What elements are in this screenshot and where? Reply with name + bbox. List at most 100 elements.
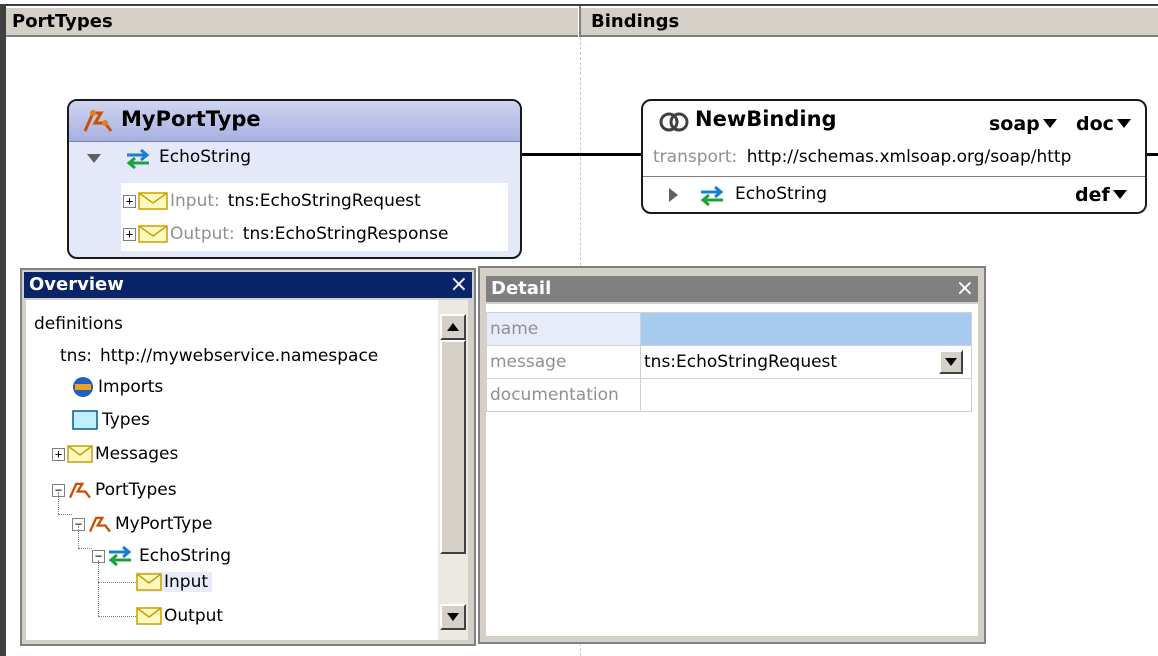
chevron-down-icon xyxy=(1112,190,1127,199)
tree-item-label: definitions xyxy=(34,314,123,334)
output-message-row[interactable]: + Output: tns:EchoStringResponse xyxy=(123,224,448,244)
envelope-icon xyxy=(136,573,162,591)
tns-value: http://mywebservice.namespace xyxy=(100,346,379,366)
overview-titlebar[interactable]: Overview × xyxy=(24,272,472,298)
detail-value-field[interactable] xyxy=(640,312,972,346)
tree-line xyxy=(78,526,79,548)
tree-item-output[interactable]: Output xyxy=(136,606,223,626)
tree-item-porttypes[interactable]: − PortTypes xyxy=(52,478,177,502)
detail-value-field[interactable] xyxy=(640,378,972,412)
detail-table-area: name message tns:EchoStringRequest docum… xyxy=(486,304,978,636)
detail-key: message xyxy=(486,345,641,379)
envelope-icon xyxy=(138,191,168,211)
tree-item-messages[interactable]: + Messages xyxy=(52,444,178,464)
chevron-down-icon xyxy=(1116,119,1131,128)
tree-line xyxy=(98,560,99,616)
protocol-dropdown[interactable]: soap xyxy=(989,113,1057,135)
tree-item-types[interactable]: Types xyxy=(72,410,150,430)
porttype-icon xyxy=(87,512,113,536)
tree-item-tns[interactable]: tns: http://mywebservice.namespace xyxy=(60,346,378,366)
expand-plus-icon[interactable]: + xyxy=(123,194,136,208)
scroll-up-button[interactable] xyxy=(440,314,466,340)
scroll-thumb[interactable] xyxy=(440,340,466,554)
binding-operation-name: EchoString xyxy=(735,184,827,204)
porttype-binding-connector xyxy=(522,153,643,156)
chevron-down-icon xyxy=(1042,119,1057,128)
tree-item-label: Types xyxy=(102,410,150,430)
operation-style-value: def xyxy=(1075,184,1110,206)
porttype-title: MyPortType xyxy=(121,107,261,131)
input-value[interactable]: tns:EchoStringRequest xyxy=(228,191,421,211)
tree-item-label: EchoString xyxy=(139,546,231,566)
tree-line xyxy=(58,492,59,514)
binding-title: NewBinding xyxy=(695,107,837,131)
tree-item-label: MyPortType xyxy=(115,514,213,534)
tree-item-label: Messages xyxy=(95,444,179,464)
tree-line xyxy=(98,582,136,583)
detail-key: name xyxy=(486,312,641,346)
detail-table: name message tns:EchoStringRequest docum… xyxy=(486,312,972,412)
scroll-down-button[interactable] xyxy=(440,604,466,630)
operation-arrows-icon xyxy=(125,149,151,169)
detail-close-icon[interactable]: × xyxy=(956,276,974,302)
style-value: doc xyxy=(1076,113,1114,135)
tree-item-label: Imports xyxy=(98,377,164,397)
porttype-header[interactable]: MyPortType xyxy=(69,101,520,142)
tree-line xyxy=(98,616,136,617)
detail-key: documentation xyxy=(486,378,641,412)
window-left-edge xyxy=(0,6,6,656)
collapse-triangle-icon[interactable] xyxy=(87,154,101,164)
dropdown-button[interactable] xyxy=(939,350,963,374)
transport-label: transport: xyxy=(653,147,738,167)
binding-operation-row[interactable]: EchoString def xyxy=(643,178,1145,212)
detail-value: tns:EchoStringRequest xyxy=(644,352,838,372)
porttype-icon xyxy=(81,107,115,135)
binding-icon xyxy=(659,109,689,135)
operation-style-dropdown[interactable]: def xyxy=(1075,184,1127,206)
operation-arrows-icon xyxy=(699,186,725,206)
tree-item-label: PortTypes xyxy=(95,480,177,500)
porttype-icon xyxy=(67,478,93,502)
binding-divider xyxy=(643,176,1145,177)
detail-row-name[interactable]: name xyxy=(486,312,972,346)
detail-panel: Detail × name message tns:EchoStringRequ… xyxy=(478,266,986,644)
bindings-column-header: Bindings xyxy=(581,6,1158,37)
transport-value[interactable]: http://schemas.xmlsoap.org/soap/http xyxy=(747,147,1072,167)
overview-panel: Overview × definitions tns: http://mywebs… xyxy=(20,268,476,646)
overview-close-icon[interactable]: × xyxy=(450,272,468,298)
output-label: Output: xyxy=(170,224,235,244)
tree-item-input[interactable]: Input xyxy=(136,572,213,592)
messages-box: + Input: tns:EchoStringRequest + Output:… xyxy=(121,183,508,251)
operation-arrows-icon xyxy=(107,546,133,566)
detail-row-message[interactable]: message tns:EchoStringRequest xyxy=(486,345,972,379)
tree-line xyxy=(58,514,72,515)
imports-icon xyxy=(72,376,94,398)
overview-tree[interactable]: definitions tns: http://mywebservice.name… xyxy=(26,300,438,640)
operation-name: EchoString xyxy=(159,147,251,167)
transport-row: transport: http://schemas.xmlsoap.org/so… xyxy=(653,147,1071,167)
expand-triangle-icon[interactable] xyxy=(669,188,679,202)
expand-plus-icon[interactable]: + xyxy=(123,227,136,241)
overview-scrollbar[interactable] xyxy=(438,300,468,640)
message-select[interactable]: tns:EchoStringRequest xyxy=(640,345,972,379)
tree-item-imports[interactable]: Imports xyxy=(72,376,163,398)
output-value[interactable]: tns:EchoStringResponse xyxy=(243,224,449,244)
porttype-box[interactable]: MyPortType EchoString + Input: tns:EchoS… xyxy=(67,99,522,259)
detail-title: Detail xyxy=(491,278,552,299)
tree-item-label: Input xyxy=(164,572,209,592)
tree-item-definitions[interactable]: definitions xyxy=(34,314,123,334)
detail-titlebar[interactable]: Detail × xyxy=(486,276,978,302)
operation-row[interactable]: EchoString xyxy=(69,143,520,175)
input-message-row[interactable]: + Input: tns:EchoStringRequest xyxy=(123,191,421,211)
tree-item-myporttype[interactable]: − MyPortType xyxy=(72,512,212,536)
expand-plus-icon[interactable]: + xyxy=(52,447,65,461)
tree-item-echostring[interactable]: − EchoString xyxy=(92,546,231,566)
overview-title: Overview xyxy=(29,274,124,295)
style-dropdown[interactable]: doc xyxy=(1076,113,1131,135)
binding-box[interactable]: NewBinding soap doc transport: http://sc… xyxy=(641,99,1147,214)
binding-service-connector xyxy=(1147,153,1158,156)
envelope-icon xyxy=(67,445,93,463)
detail-row-documentation[interactable]: documentation xyxy=(486,378,972,412)
types-icon xyxy=(72,410,98,430)
envelope-icon xyxy=(138,224,168,244)
